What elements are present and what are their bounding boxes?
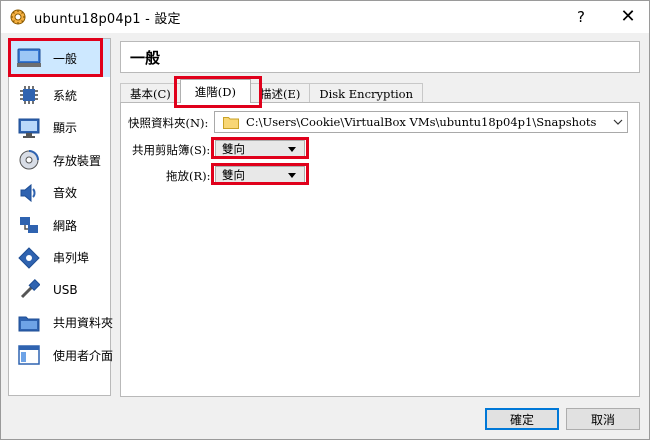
- settings-window: ubuntu18p04p1 - 設定 ? ✕ 一般 系統 顯示 存放裝置 音效 …: [0, 0, 650, 440]
- sidebar-item-label: 一般: [53, 51, 78, 66]
- shared-clipboard-label: 共用剪貼簿(S):: [132, 143, 211, 157]
- user-interface-icon: [15, 342, 43, 368]
- drag-drop-value: 雙向: [222, 168, 245, 182]
- system-chip-icon: [15, 82, 43, 108]
- serial-port-icon: [15, 245, 43, 271]
- general-monitor-icon: [15, 45, 43, 71]
- sidebar-item-storage[interactable]: 存放裝置: [9, 144, 110, 177]
- dropdown-arrow-icon: [288, 173, 296, 178]
- ok-button[interactable]: 確定: [485, 408, 559, 430]
- sidebar-item-label: 串列埠: [53, 251, 90, 266]
- tab-advanced[interactable]: 進階(D): [179, 79, 251, 103]
- settings-sidebar: 一般 系統 顯示 存放裝置 音效 網路 串列埠 USB 共用資料夾 使用者介面: [8, 38, 114, 396]
- audio-speaker-icon: [15, 180, 43, 206]
- tab-basic[interactable]: 基本(C): [120, 83, 181, 103]
- sidebar-item-network[interactable]: 網路: [9, 209, 110, 242]
- sidebar-item-label: 網路: [53, 218, 78, 233]
- sidebar-item-usb[interactable]: USB: [9, 274, 110, 307]
- dropdown-arrow-icon: [288, 147, 296, 152]
- sidebar-item-serial-port[interactable]: 串列埠: [9, 242, 110, 275]
- snapshot-folder-path: C:\Users\Cookie\VirtualBox VMs\ubuntu18p…: [246, 115, 597, 129]
- tab-bar: 基本(C) 進階(D) 描述(E) Disk Encryption: [120, 79, 424, 103]
- sidebar-item-audio[interactable]: 音效: [9, 177, 110, 210]
- sidebar-item-label: USB: [53, 283, 78, 298]
- page-title: 一般: [120, 41, 640, 73]
- usb-icon: [15, 277, 43, 303]
- cancel-button[interactable]: 取消: [566, 408, 640, 430]
- sidebar-item-label: 系統: [53, 88, 78, 103]
- close-button[interactable]: ✕: [619, 6, 637, 27]
- sidebar-item-label: 使用者介面: [53, 348, 114, 363]
- sidebar-item-user-interface[interactable]: 使用者介面: [9, 339, 114, 372]
- sidebar-item-label: 存放裝置: [53, 153, 102, 168]
- network-icon: [15, 212, 43, 238]
- snapshot-folder-label: 快照資料夾(N):: [128, 116, 209, 130]
- chevron-down-icon[interactable]: [609, 112, 627, 132]
- folder-icon: [223, 117, 239, 129]
- shared-folder-icon: [15, 310, 43, 336]
- sidebar-item-display[interactable]: 顯示: [9, 112, 110, 145]
- sidebar-item-shared-folders[interactable]: 共用資料夾: [9, 307, 114, 340]
- snapshot-folder-combo[interactable]: C:\Users\Cookie\VirtualBox VMs\ubuntu18p…: [214, 111, 628, 133]
- drag-drop-label: 拖放(R):: [166, 169, 211, 183]
- shared-clipboard-value: 雙向: [222, 142, 245, 156]
- tab-description[interactable]: 描述(E): [249, 83, 311, 103]
- sidebar-item-label: 音效: [53, 186, 78, 201]
- sidebar-item-system[interactable]: 系統: [9, 79, 110, 112]
- drag-drop-select[interactable]: 雙向: [215, 166, 305, 184]
- window-title: ubuntu18p04p1 - 設定: [34, 11, 181, 27]
- shared-clipboard-select[interactable]: 雙向: [215, 140, 305, 158]
- storage-disc-icon: [15, 147, 43, 173]
- sidebar-item-general[interactable]: 一般: [9, 39, 110, 77]
- sidebar-item-label: 顯示: [53, 121, 78, 136]
- title-bar: ubuntu18p04p1 - 設定 ? ✕: [1, 1, 649, 33]
- help-button[interactable]: ?: [573, 8, 589, 26]
- display-monitor-icon: [15, 115, 43, 141]
- tab-disk-encryption[interactable]: Disk Encryption: [309, 83, 424, 103]
- virtualbox-gear-icon: [10, 9, 26, 25]
- sidebar-item-label: 共用資料夾: [53, 316, 114, 331]
